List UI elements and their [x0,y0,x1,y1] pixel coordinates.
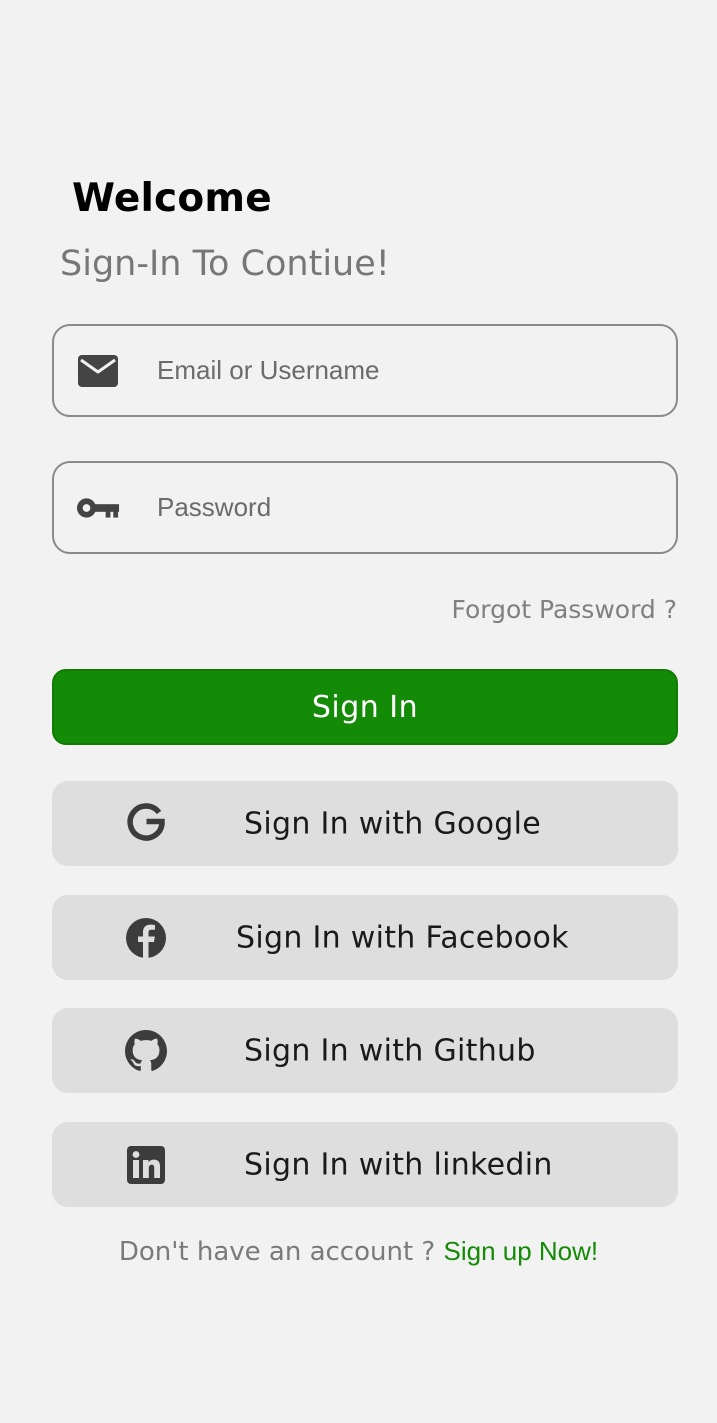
google-icon [124,802,168,846]
github-icon [124,1029,168,1073]
github-signin-button[interactable]: Sign In with Github [52,1008,678,1093]
linkedin-signin-button[interactable]: Sign In with linkedin [52,1122,678,1207]
signup-prompt: Don't have an account ? Sign up Now! [0,1236,717,1267]
key-icon [76,486,120,530]
facebook-icon [124,916,168,960]
signup-prompt-text: Don't have an account ? [118,1237,444,1267]
password-input[interactable] [157,463,657,552]
mail-icon [76,349,120,393]
password-field[interactable] [52,461,678,554]
email-input[interactable] [157,326,657,415]
google-signin-label: Sign In with Google [244,806,542,841]
signup-link[interactable]: Sign up Now! [444,1236,599,1266]
linkedin-icon [124,1143,168,1187]
sign-in-button[interactable]: Sign In [52,669,678,745]
linkedin-signin-label: Sign In with linkedin [244,1147,553,1182]
google-signin-button[interactable]: Sign In with Google [52,781,678,866]
email-field[interactable] [52,324,678,417]
page-title: Welcome [72,176,272,221]
facebook-signin-label: Sign In with Facebook [236,920,569,955]
facebook-signin-button[interactable]: Sign In with Facebook [52,895,678,980]
github-signin-label: Sign In with Github [244,1033,536,1068]
page-subtitle: Sign-In To Contiue! [60,244,390,284]
forgot-password-link[interactable]: Forgot Password ? [451,595,677,624]
